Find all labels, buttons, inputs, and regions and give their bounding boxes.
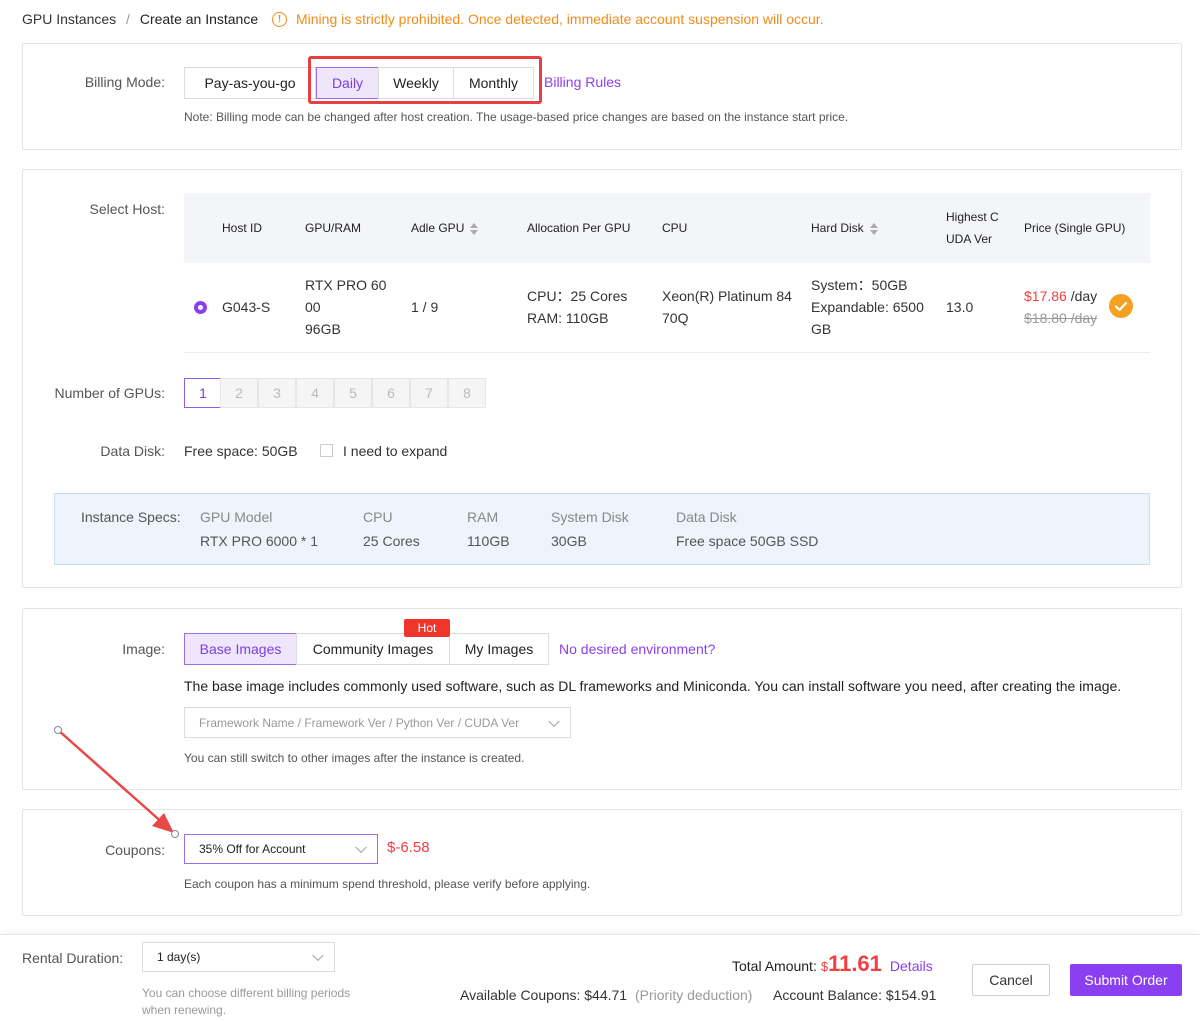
rental-duration-select[interactable]: 1 day(s): [142, 942, 335, 972]
cancel-button[interactable]: Cancel: [972, 964, 1050, 996]
annotation-arrow: [54, 726, 179, 838]
total-value: 11.61: [828, 951, 882, 976]
priority-deduction: (Priority deduction): [634, 987, 753, 1003]
total-amount: Total Amount: $ 11.61 Details: [732, 951, 933, 977]
duration-note-2: when renewing.: [142, 1003, 227, 1017]
duration-note-1: You can choose different billing periods: [142, 986, 351, 1000]
rental-duration-label: Rental Duration:: [22, 950, 124, 966]
total-currency: $: [820, 959, 829, 974]
rental-duration-value: 1 day(s): [157, 950, 201, 964]
details-link[interactable]: Details: [890, 958, 933, 974]
chevron-down-icon: [312, 949, 324, 962]
total-label: Total Amount:: [732, 958, 817, 974]
available-coupons: Available Coupons: $44.71 (Priority dedu…: [460, 987, 752, 1003]
available-coupons-text: Available Coupons: $44.71: [460, 987, 628, 1003]
submit-order-button[interactable]: Submit Order: [1070, 964, 1182, 996]
account-balance: Account Balance: $154.91: [773, 987, 937, 1003]
